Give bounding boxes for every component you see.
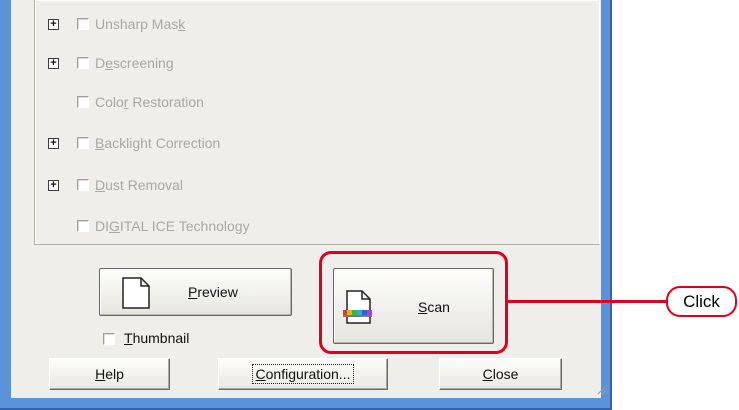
- option-label: Backlight Correction: [95, 135, 221, 151]
- callout-text: Click: [683, 291, 720, 311]
- scan-highlight-frame: [319, 251, 508, 354]
- digital-ice-checkbox[interactable]: [77, 220, 89, 232]
- expand-plus-icon[interactable]: +: [48, 138, 59, 149]
- help-button[interactable]: Help: [49, 358, 170, 390]
- dust-removal-checkbox[interactable]: [77, 179, 89, 191]
- expand-plus-icon[interactable]: +: [48, 180, 59, 191]
- option-label: Unsharp Mask: [95, 16, 186, 32]
- preview-label: Preview: [188, 284, 238, 300]
- adjustments-panel: + Unsharp Mask + Descreening Color Resto…: [34, 0, 600, 245]
- expand-plus-icon[interactable]: +: [48, 19, 59, 30]
- close-button[interactable]: Close: [439, 358, 562, 390]
- backlight-correction-checkbox[interactable]: [77, 137, 89, 149]
- thumbnail-checkbox[interactable]: [103, 333, 115, 345]
- color-restoration-checkbox[interactable]: [77, 96, 89, 108]
- option-label: Dust Removal: [95, 177, 183, 193]
- option-label: Color Restoration: [95, 94, 204, 110]
- configuration-button[interactable]: Configuration...: [218, 358, 388, 390]
- close-label: Close: [482, 366, 519, 382]
- option-label: DIGITAL ICE Technology: [95, 218, 250, 234]
- click-callout: Click: [666, 286, 737, 317]
- scanner-dialog: + Unsharp Mask + Descreening Color Resto…: [11, 0, 608, 398]
- callout-connector-line: [508, 300, 668, 303]
- resize-grip-icon[interactable]: [596, 383, 608, 395]
- help-label: Help: [95, 366, 124, 382]
- descreening-checkbox[interactable]: [77, 57, 89, 69]
- expand-plus-icon[interactable]: +: [48, 58, 59, 69]
- unsharp-mask-checkbox[interactable]: [77, 18, 89, 30]
- option-label: Descreening: [95, 55, 174, 71]
- thumbnail-label: Thumbnail: [124, 330, 190, 346]
- preview-button[interactable]: Preview: [99, 268, 292, 316]
- document-icon: [122, 277, 150, 309]
- configuration-label: Configuration...: [251, 364, 355, 384]
